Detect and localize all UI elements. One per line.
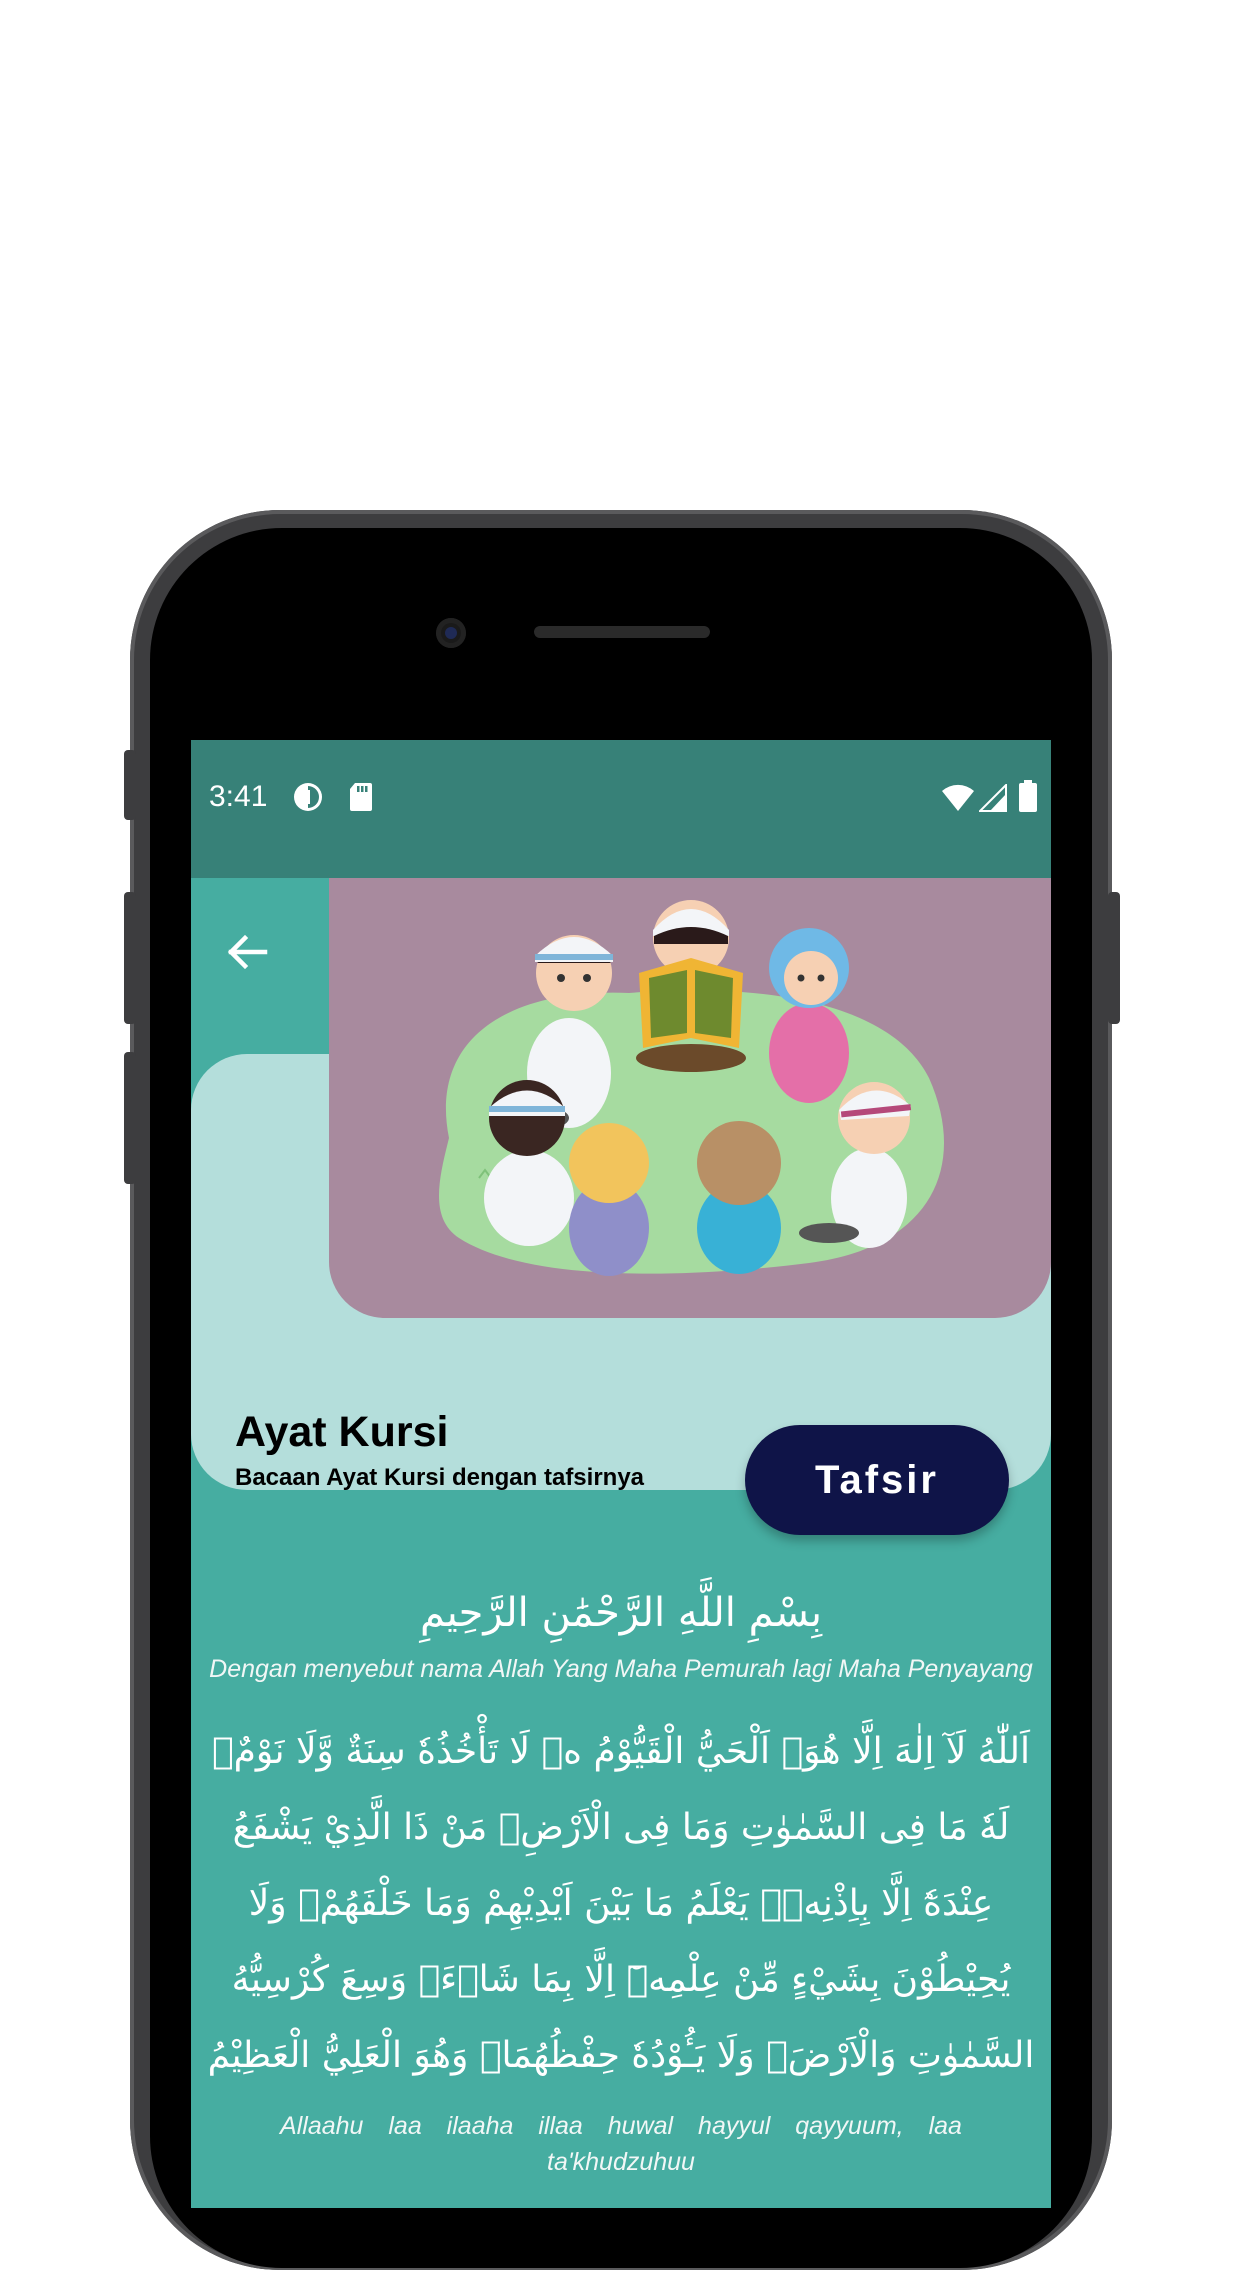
power-button bbox=[1108, 892, 1120, 1024]
sd-card-icon bbox=[349, 782, 373, 816]
status-bar: 3:41 bbox=[191, 740, 1051, 878]
child-figure-5 bbox=[697, 1121, 781, 1274]
hero-illustration bbox=[329, 878, 1051, 1318]
arabic-verse-text: اَللّٰهُ لَآ اِلٰهَ اِلَّا هُوَۚ اَلْحَي… bbox=[207, 1731, 1035, 2076]
page-subtitle: Bacaan Ayat Kursi dengan tafsirnya bbox=[235, 1464, 645, 1491]
cell-signal-icon bbox=[977, 782, 1007, 816]
battery-icon bbox=[1019, 780, 1037, 816]
back-button[interactable] bbox=[217, 922, 277, 982]
volume-up-button bbox=[124, 892, 136, 1024]
front-camera bbox=[436, 618, 466, 648]
tafsir-button[interactable]: Tafsir bbox=[745, 1425, 1009, 1535]
status-time: 3:41 bbox=[209, 780, 268, 813]
arrow-back-icon bbox=[227, 934, 268, 970]
child-figure-4 bbox=[569, 1123, 649, 1276]
data-saver-icon bbox=[293, 782, 323, 816]
basmalah-translation: Dengan menyebut nama Allah Yang Maha Pem… bbox=[209, 1655, 1033, 1683]
latin-transliteration: Allaahu laa ilaaha illaa huwal hayyul qa… bbox=[280, 2112, 962, 2176]
basmalah-text: بِسْمِ اللَّهِ الرَّحْمَٰنِ الرَّحِيمِ bbox=[419, 1590, 823, 1636]
verse-content: بِسْمِ اللَّهِ الرَّحْمَٰنِ الرَّحِيمِ D… bbox=[191, 1583, 1051, 2180]
app-screen: 3:41 Ayat Kursi Bacaan Ayat Kursi dengan… bbox=[191, 740, 1051, 2208]
earpiece-speaker bbox=[534, 626, 710, 638]
header-area: Ayat Kursi Bacaan Ayat Kursi dengan tafs… bbox=[191, 878, 1051, 1535]
volume-down-button bbox=[124, 1052, 136, 1184]
silent-switch bbox=[124, 750, 136, 820]
page-title: Ayat Kursi bbox=[235, 1408, 449, 1456]
wifi-icon bbox=[941, 784, 975, 816]
